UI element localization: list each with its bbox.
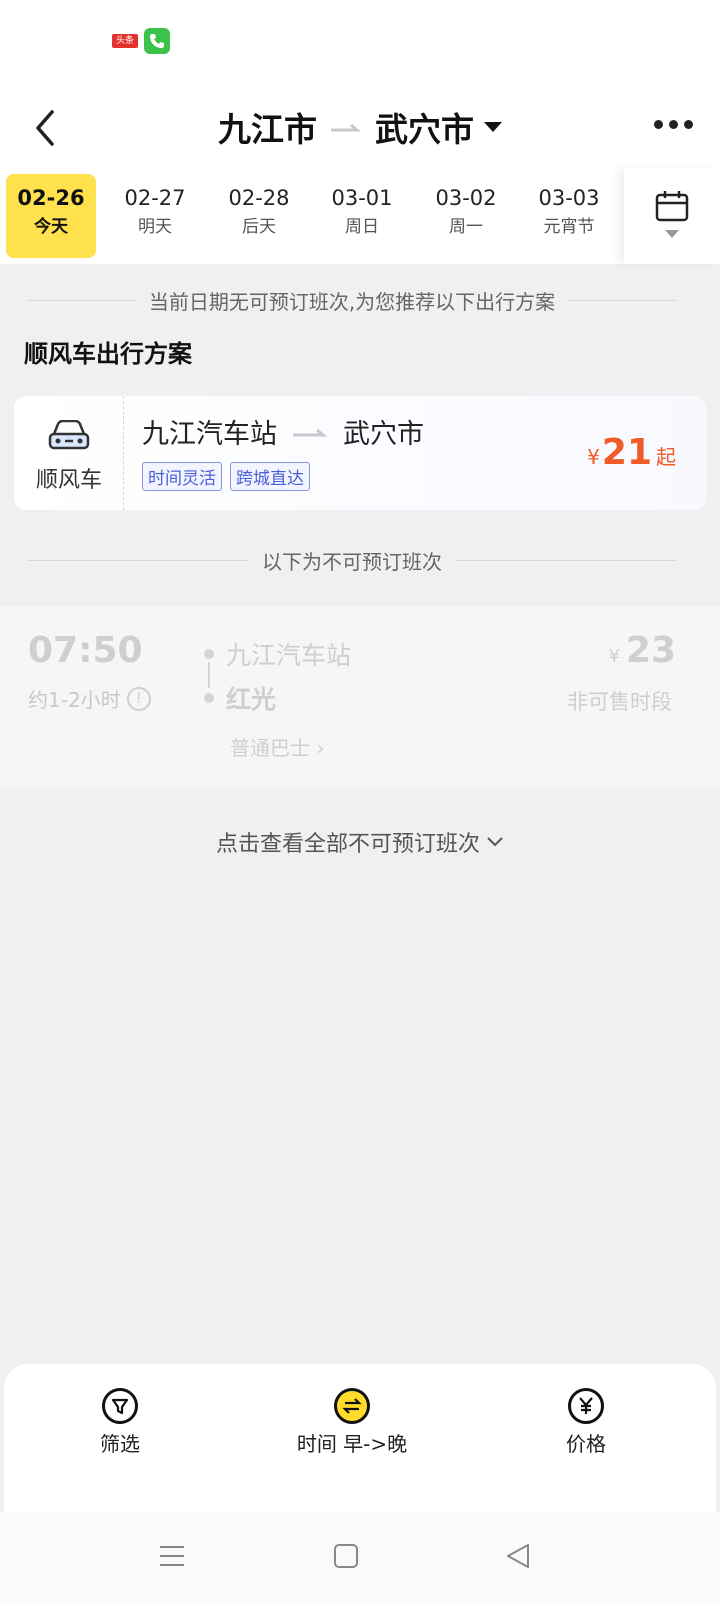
status-bar: 头条 (0, 0, 720, 88)
currency-symbol: ¥ (587, 445, 600, 469)
phone-icon (144, 28, 170, 54)
divider-line (569, 300, 677, 301)
stop-connector (208, 662, 210, 688)
date-tab-0303[interactable]: 03-03 元宵节 (524, 174, 614, 258)
filter-label: 筛选 (100, 1432, 140, 1456)
tag-intercity-direct: 跨城直达 (230, 462, 310, 491)
price-value: 21 (601, 432, 652, 473)
rideshare-tags: 时间灵活 跨城直达 (142, 462, 310, 491)
weekday-label: 今天 (34, 217, 68, 237)
from-city: 九江市 (218, 110, 317, 149)
departure-time: 07:50 (28, 630, 143, 671)
date-label: 02-28 (228, 186, 290, 210)
divider-line (28, 560, 248, 561)
notice-divider: 当前日期无可预订班次,为您推荐以下出行方案 (28, 286, 677, 315)
calendar-button[interactable] (624, 168, 720, 264)
bottom-toolbar: 筛选 时间 早->晚 价格 (4, 1364, 716, 1512)
rideshare-icon-area: 顺风车 (14, 396, 124, 510)
time-sort-label: 时间 早->晚 (296, 1432, 408, 1456)
sort-icon (334, 1388, 370, 1424)
date-selector-bar: 02-26 今天 02-27 明天 02-28 后天 03-01 周日 03-0… (0, 168, 720, 264)
date-label: 02-27 (124, 186, 186, 210)
header: 九江市 武穴市 (0, 88, 720, 168)
filter-icon (102, 1388, 138, 1424)
bus-type-link[interactable]: 普通巴士 › (230, 732, 324, 761)
system-nav-bar (0, 1512, 720, 1604)
car-icon (48, 420, 90, 450)
date-tab-0302[interactable]: 03-02 周一 (421, 174, 511, 258)
date-label: 03-03 (538, 186, 600, 210)
menu-icon[interactable] (158, 1542, 186, 1570)
to-city: 武穴市 (375, 110, 474, 149)
weekday-label: 周日 (345, 217, 379, 237)
trip-card[interactable]: 07:50 约1-2小时 ! 九江汽车站 红光 普通巴士 › ¥ 23 非可售时… (0, 606, 720, 788)
trip-duration: 约1-2小时 ! (28, 684, 151, 713)
date-label: 03-02 (435, 186, 497, 210)
trip-stops: 九江汽车站 红光 (204, 632, 351, 720)
back-nav-icon[interactable] (504, 1542, 532, 1570)
ride-section-title: 顺风车出行方案 (24, 340, 192, 368)
to-stop: 红光 (204, 676, 351, 720)
filter-button[interactable]: 筛选 (40, 1388, 200, 1457)
rideshare-card[interactable]: 顺风车 九江汽车站 武穴市 时间灵活 跨城直达 ¥ 21 起 (14, 396, 706, 510)
currency-symbol: ¥ (608, 646, 620, 667)
more-dot (684, 119, 693, 129)
caret-down-icon (665, 230, 679, 238)
from-stop-name: 九江汽车站 (226, 641, 352, 670)
divider-line (456, 560, 676, 561)
weekday-label: 后天 (242, 217, 276, 237)
duration-text: 约1-2小时 (28, 688, 121, 712)
date-tab-0301[interactable]: 03-01 周日 (317, 174, 407, 258)
news-app-icon: 头条 (112, 34, 138, 48)
trip-status: 非可售时段 (567, 690, 672, 714)
price-suffix: 起 (656, 445, 676, 469)
unavailable-text: 以下为不可预订班次 (262, 550, 442, 574)
divider-line (28, 300, 135, 301)
weekday-label: 周一 (449, 217, 483, 237)
route-arrow-icon (293, 428, 327, 436)
stop-dot (204, 649, 214, 659)
weekday-label: 明天 (138, 217, 172, 237)
price-value: 23 (625, 630, 676, 671)
date-label: 02-26 (17, 186, 85, 210)
date-tab-0228[interactable]: 02-28 后天 (214, 174, 304, 258)
time-sort-button[interactable]: 时间 早->晚 (272, 1388, 432, 1457)
info-icon[interactable]: ! (126, 686, 151, 711)
to-stop-name: 红光 (226, 685, 277, 714)
from-stop: 九江汽车站 (204, 632, 351, 676)
chevron-down-icon (487, 837, 503, 847)
home-icon[interactable] (332, 1542, 360, 1570)
rideshare-route: 九江汽车站 武穴市 (142, 412, 424, 451)
rideshare-to: 武穴市 (343, 419, 424, 450)
price-sort-button[interactable]: 价格 (506, 1388, 666, 1457)
trip-price: ¥ 23 (608, 630, 676, 671)
weekday-label: 元宵节 (543, 217, 595, 237)
view-all-unavailable-button[interactable]: 点击查看全部不可预订班次 (0, 826, 720, 858)
view-all-text: 点击查看全部不可预订班次 (215, 832, 480, 857)
more-dot (669, 119, 678, 129)
route-selector[interactable]: 九江市 武穴市 (0, 102, 720, 152)
date-label: 03-01 (331, 186, 393, 210)
rideshare-from: 九江汽车站 (142, 419, 277, 450)
dropdown-triangle-icon (484, 122, 502, 132)
rideshare-label: 顺风车 (35, 468, 102, 493)
unavailable-divider: 以下为不可预订班次 (28, 546, 676, 575)
date-tab-0227[interactable]: 02-27 明天 (110, 174, 200, 258)
more-dot (654, 119, 663, 129)
calendar-icon (655, 191, 689, 222)
more-button[interactable] (654, 114, 698, 134)
rideshare-price: ¥ 21 起 (587, 432, 676, 473)
price-label: 价格 (566, 1432, 606, 1456)
yen-icon (568, 1388, 604, 1424)
tag-flexible-time: 时间灵活 (142, 462, 222, 491)
stop-dot (204, 693, 214, 703)
route-arrow-icon (331, 123, 361, 132)
date-tab-0226[interactable]: 02-26 今天 (6, 174, 96, 258)
notice-text: 当前日期无可预订班次,为您推荐以下出行方案 (148, 290, 556, 314)
